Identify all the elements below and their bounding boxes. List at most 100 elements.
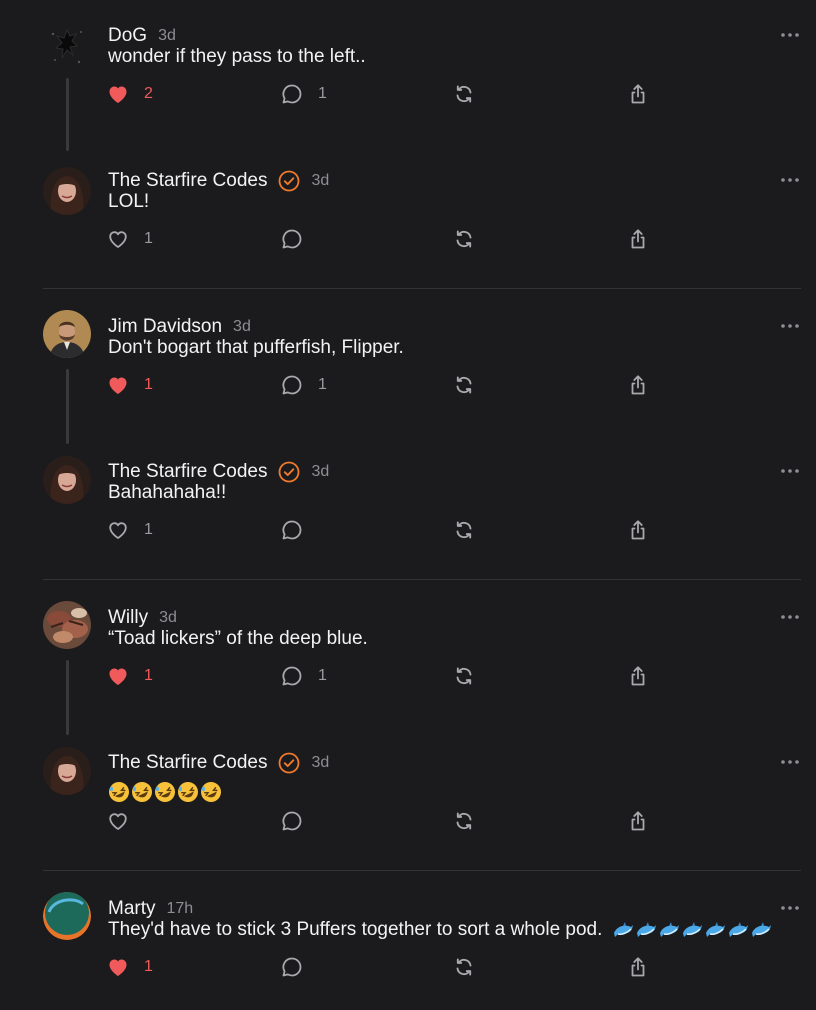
comment-text: “Toad lickers” of the deep blue. [108, 628, 368, 649]
share-icon [631, 666, 645, 686]
repost-button[interactable] [452, 663, 476, 689]
verified-badge-icon [279, 752, 300, 774]
share-button[interactable] [626, 517, 650, 543]
comment-icon [282, 520, 302, 540]
dolphin-emoji-icon [682, 921, 702, 937]
comment-icon [282, 84, 302, 104]
like-button[interactable]: 1 [106, 226, 153, 252]
verified-badge-icon [279, 461, 300, 483]
share-button[interactable] [626, 663, 650, 689]
repost-icon [456, 85, 472, 103]
avatar[interactable] [43, 167, 91, 215]
heart-icon [109, 231, 127, 248]
action-bar: 2 1 [106, 81, 666, 107]
comment-text: Don't bogart that pufferfish, Flipper. [108, 337, 404, 358]
repost-button[interactable] [452, 517, 476, 543]
share-button[interactable] [626, 954, 650, 980]
avatar[interactable] [43, 747, 91, 795]
comment-text: wonder if they pass to the left.. [108, 46, 366, 67]
repost-button[interactable] [452, 226, 476, 252]
comment-icon [282, 375, 302, 395]
thread-line [66, 369, 69, 444]
share-icon [631, 229, 645, 249]
reply-button[interactable] [280, 226, 304, 252]
dolphin-emoji-icon [705, 921, 725, 937]
heart-icon [109, 959, 127, 976]
comment-text: They'd have to stick 3 Puffers together … [108, 917, 772, 943]
emoji-row [612, 919, 772, 941]
thread-line [66, 78, 69, 151]
like-button[interactable]: 1 [106, 663, 153, 689]
comment-icon [282, 957, 302, 977]
avatar[interactable] [43, 601, 91, 649]
share-button[interactable] [626, 226, 650, 252]
avatar-image [43, 310, 91, 358]
avatar-image [43, 601, 91, 649]
avatar[interactable] [43, 456, 91, 504]
more-icon[interactable] [779, 169, 801, 189]
avatar[interactable] [43, 892, 91, 940]
share-icon [631, 375, 645, 395]
reply-button[interactable] [280, 808, 304, 834]
like-count: 2 [144, 85, 153, 102]
avatar-image [43, 167, 91, 215]
more-icon[interactable] [779, 460, 801, 480]
heart-icon [109, 86, 127, 103]
thread-line [66, 660, 69, 735]
repost-button[interactable] [452, 808, 476, 834]
share-button[interactable] [626, 808, 650, 834]
heart-icon [109, 377, 127, 394]
reply-button[interactable]: 1 [280, 663, 327, 689]
like-button[interactable]: 1 [106, 954, 153, 980]
comment-text: Bahahahaha!! [108, 482, 227, 503]
rolling-laughing-emoji-icon [178, 781, 198, 802]
repost-icon [456, 667, 472, 685]
timestamp: 3d [311, 172, 330, 189]
avatar-image [43, 456, 91, 504]
more-icon[interactable] [779, 606, 801, 626]
action-bar: 1 1 [106, 372, 666, 398]
repost-button[interactable] [452, 81, 476, 107]
like-count: 1 [144, 521, 153, 538]
repost-button[interactable] [452, 372, 476, 398]
reply-button[interactable] [280, 517, 304, 543]
comment-text [108, 779, 222, 805]
more-icon[interactable] [779, 897, 801, 917]
author-name[interactable]: The Starfire Codes [108, 752, 267, 774]
avatar-image [43, 892, 91, 940]
repost-icon [456, 958, 472, 976]
action-bar: 1 [106, 517, 666, 543]
reply-count: 1 [318, 85, 327, 102]
share-button[interactable] [626, 81, 650, 107]
avatar[interactable] [43, 310, 91, 358]
action-bar: 1 1 [106, 663, 666, 689]
like-count: 1 [144, 376, 153, 393]
dolphin-emoji-icon [728, 921, 748, 937]
dolphin-emoji-icon [751, 921, 771, 937]
repost-button[interactable] [452, 954, 476, 980]
like-button[interactable] [106, 808, 130, 834]
like-button[interactable]: 1 [106, 372, 153, 398]
comment-icon [282, 229, 302, 249]
more-icon[interactable] [779, 751, 801, 771]
comment-icon [282, 666, 302, 686]
share-icon [631, 84, 645, 104]
timestamp: 17h [166, 900, 194, 917]
more-icon[interactable] [779, 315, 801, 335]
timestamp: 3d [233, 318, 251, 335]
reply-button[interactable]: 1 [280, 372, 327, 398]
like-button[interactable]: 1 [106, 517, 153, 543]
more-icon[interactable] [779, 24, 801, 44]
avatar-image [43, 747, 91, 795]
thread-divider [43, 579, 801, 580]
share-icon [631, 520, 645, 540]
heart-icon [109, 668, 127, 685]
share-button[interactable] [626, 372, 650, 398]
like-button[interactable]: 2 [106, 81, 153, 107]
reply-button[interactable]: 1 [280, 81, 327, 107]
share-icon [631, 811, 645, 831]
avatar[interactable] [43, 22, 91, 70]
timestamp: 3d [311, 463, 330, 480]
reply-button[interactable] [280, 954, 304, 980]
rolling-laughing-emoji-icon [109, 781, 129, 802]
